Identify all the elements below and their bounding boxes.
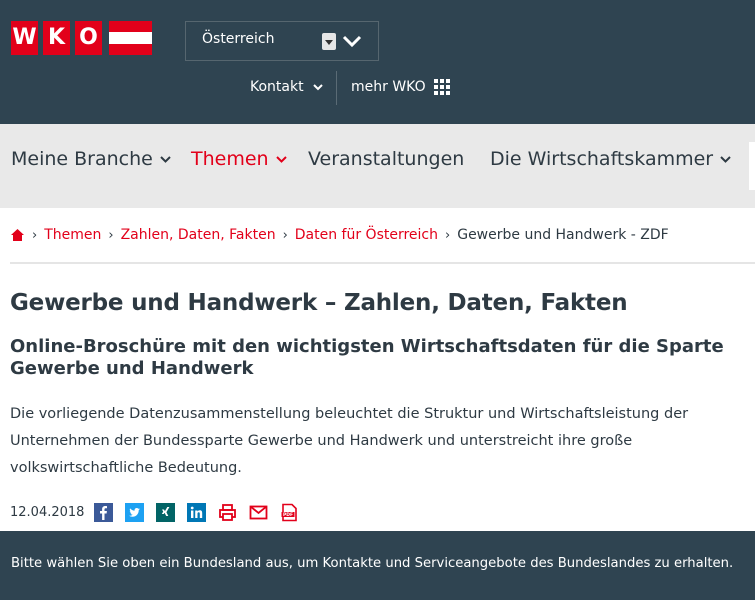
svg-text:PDF: PDF (283, 512, 293, 518)
kontakt-label: Kontakt (250, 79, 304, 95)
country-select-value: Österreich (202, 31, 275, 47)
country-select[interactable]: Österreich (185, 21, 379, 61)
breadcrumb: › Themen › Zahlen, Daten, Fakten › Daten… (10, 225, 669, 245)
chevron-down-icon (342, 35, 362, 48)
breadcrumb-current: Gewerbe und Handwerk - ZDF (457, 227, 669, 243)
article-meta: 12.04.2018 PDF (10, 500, 311, 524)
home-icon[interactable] (10, 228, 25, 242)
mail-icon[interactable] (249, 503, 268, 522)
breadcrumb-separator: › (108, 227, 114, 243)
nav-search-edge[interactable] (749, 142, 755, 190)
top-links: Kontakt mehr WKO (0, 71, 755, 105)
select-arrow-icon (322, 33, 336, 50)
breadcrumb-separator: › (445, 227, 451, 243)
nav-item-label: Veranstaltungen (308, 148, 465, 170)
bundesland-notice-text: Bitte wählen Sie oben ein Bundesland aus… (11, 556, 734, 571)
bundesland-notice: Bitte wählen Sie oben ein Bundesland aus… (0, 531, 755, 600)
nav-item-label: Die Wirtschaftskammer (490, 148, 714, 170)
breadcrumb-link-zahlen-daten-fakten[interactable]: Zahlen, Daten, Fakten (121, 227, 276, 243)
page-subtitle: Online-Broschüre mit den wichtigsten Wir… (10, 336, 724, 379)
publish-date: 12.04.2018 (10, 504, 85, 520)
lead-paragraph: Die vorliegende Datenzusammenstellung be… (10, 406, 689, 476)
logo-letter-w: W (11, 21, 38, 55)
mehr-wko-menu[interactable]: mehr WKO (351, 79, 450, 95)
facebook-icon[interactable] (94, 502, 114, 522)
twitter-icon[interactable] (125, 502, 145, 522)
kontakt-menu[interactable]: Kontakt (250, 79, 324, 95)
breadcrumb-divider (10, 262, 755, 264)
mehr-wko-label: mehr WKO (351, 79, 426, 95)
page-title: Gewerbe und Handwerk – Zahlen, Daten, Fa… (10, 290, 628, 316)
pdf-icon[interactable]: PDF (280, 503, 299, 522)
logo-letter-o: O (75, 21, 102, 55)
nav-item-label: Meine Branche (11, 148, 153, 170)
nav-item-veranstaltungen[interactable]: Veranstaltungen (308, 148, 464, 170)
xing-icon[interactable] (156, 502, 176, 522)
site-header: W K O Österreich Kontakt mehr WKO (0, 0, 755, 124)
linkedin-icon[interactable] (187, 502, 207, 522)
chevron-down-icon (312, 84, 323, 91)
austria-flag-icon (109, 21, 152, 55)
header-divider (336, 71, 337, 105)
logo-letter-k: K (43, 21, 70, 55)
wko-logo[interactable]: W K O (11, 21, 152, 55)
breadcrumb-link-themen[interactable]: Themen (44, 227, 101, 243)
chevron-down-icon (720, 156, 731, 163)
nav-item-themen[interactable]: Themen (191, 148, 288, 170)
print-icon[interactable] (218, 503, 237, 522)
main-navigation: Meine Branche Themen Veranstaltungen Die… (0, 124, 755, 208)
grid-icon (433, 79, 450, 95)
nav-item-label: Themen (191, 148, 269, 170)
breadcrumb-link-daten-oesterreich[interactable]: Daten für Österreich (295, 227, 438, 243)
chevron-down-icon (275, 156, 287, 163)
breadcrumb-separator: › (32, 227, 38, 243)
chevron-down-icon (160, 156, 171, 163)
nav-item-meine-branche[interactable]: Meine Branche (11, 148, 172, 170)
nav-item-die-wirtschaftskammer[interactable]: Die Wirtschaftskammer (490, 148, 732, 170)
breadcrumb-separator: › (282, 227, 288, 243)
